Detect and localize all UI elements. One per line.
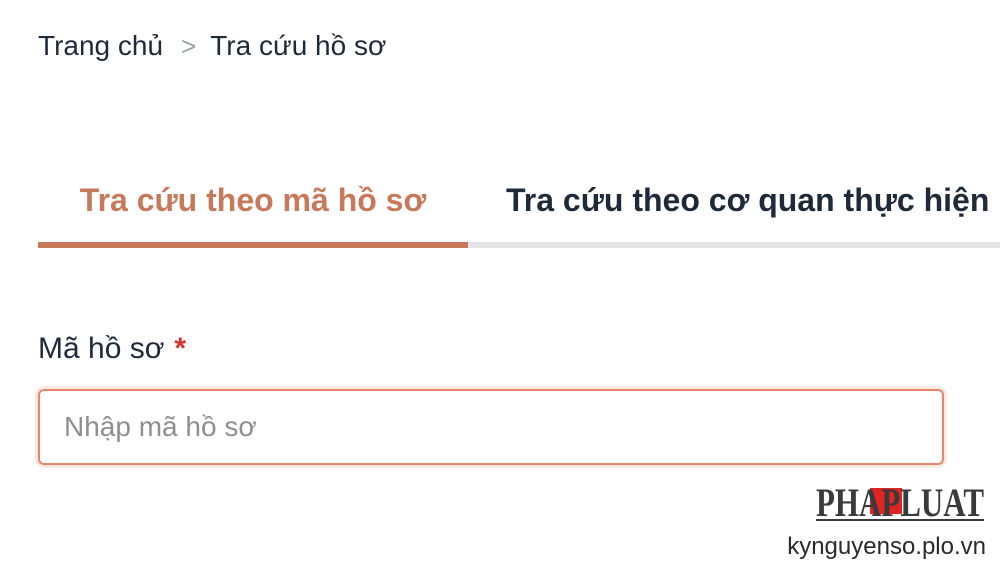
tab-lookup-by-code[interactable]: Tra cứu theo mã hồ sơ bbox=[38, 160, 468, 240]
breadcrumb-separator: > bbox=[181, 30, 197, 61]
tab-active-indicator bbox=[38, 242, 468, 248]
record-code-input-wrapper bbox=[38, 389, 944, 465]
required-asterisk: * bbox=[174, 332, 187, 365]
breadcrumb-home-link[interactable]: Trang chủ bbox=[38, 30, 163, 62]
logo-wordmark: PHAPLUAT bbox=[816, 480, 984, 525]
watermark: PHAPLUAT kynguyenso.plo.vn bbox=[786, 478, 986, 561]
lookup-tabs: Tra cứu theo mã hồ sơ Tra cứu theo cơ qu… bbox=[38, 160, 1000, 252]
tab-lookup-by-agency[interactable]: Tra cứu theo cơ quan thực hiện bbox=[506, 160, 989, 240]
record-code-input[interactable] bbox=[40, 391, 942, 463]
record-code-label: Mã hồ sơ * bbox=[38, 332, 186, 366]
breadcrumb-current: Tra cứu hồ sơ bbox=[210, 30, 387, 61]
breadcrumb: Trang chủ > Tra cứu hồ sơ bbox=[38, 26, 386, 66]
record-code-label-text: Mã hồ sơ bbox=[38, 332, 165, 365]
phapluat-logo: PHAPLUAT bbox=[816, 478, 986, 526]
